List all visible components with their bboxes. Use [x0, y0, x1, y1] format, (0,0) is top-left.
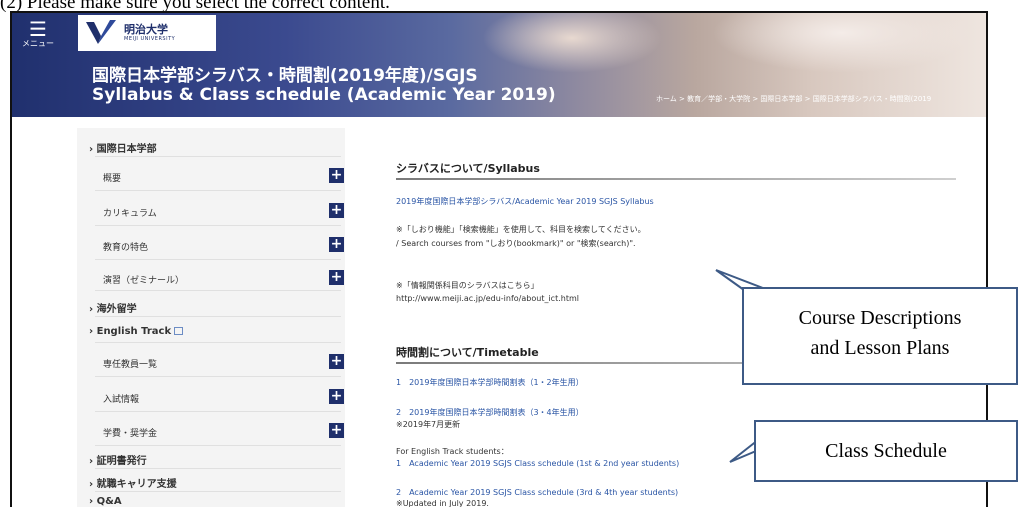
hamburger-icon: ☰	[29, 17, 47, 41]
sidebar-item-faculty-list[interactable]: 専任教員一覧 +	[103, 354, 371, 370]
divider	[95, 376, 341, 377]
divider	[95, 342, 341, 343]
sidebar-item-career[interactable]: › 就職キャリア支援	[89, 475, 345, 490]
sidebar-item-features[interactable]: 教育の特色 +	[103, 237, 371, 253]
search-note-jp: ※「しおり機能」「検索機能」を使用して、科目を検索してください。	[396, 225, 646, 234]
timetable-heading: 時間割について/Timetable	[396, 346, 539, 359]
sidebar-item-curriculum[interactable]: カリキュラム +	[103, 203, 371, 219]
ict-note: ※「情報関係科目のシラバスはこちら」	[396, 281, 539, 290]
divider	[95, 225, 341, 226]
expand-plus-icon[interactable]: +	[329, 389, 344, 404]
syllabus-link[interactable]: 2019年度国際日本学部シラバス/Academic Year 2019 SGJS…	[396, 196, 654, 207]
class-schedule-link-3-4[interactable]: 2 Academic Year 2019 SGJS Class schedule…	[396, 487, 678, 498]
divider	[95, 190, 341, 191]
sidebar-item-study-abroad[interactable]: › 海外留学	[89, 300, 345, 315]
sidebar-item-label: カリキュラム	[103, 209, 157, 219]
sidebar-item-overview[interactable]: 概要 +	[103, 168, 371, 184]
expand-plus-icon[interactable]: +	[329, 354, 344, 369]
timetable-updated-note: ※2019年7月更新	[396, 420, 461, 429]
sidebar-item-label: English Track	[96, 326, 172, 337]
sidebar-item-label: 教育の特色	[103, 243, 149, 253]
external-link-icon	[174, 327, 184, 335]
divider	[95, 259, 341, 260]
sidebar-item-certificates[interactable]: › 証明書発行	[89, 452, 345, 467]
university-logo[interactable]: 明治大学 MEIJI UNIVERSITY	[78, 15, 216, 51]
divider	[95, 290, 341, 291]
sidebar-item-label: Q&A	[96, 496, 122, 507]
sidebar-item-label: 海外留学	[96, 304, 137, 315]
course-descriptions-callout: Course Descriptions and Lesson Plans	[742, 287, 1018, 385]
sidebar-item-faculty[interactable]: › 国際日本学部	[89, 140, 345, 155]
sidebar-item-label: 証明書発行	[96, 456, 147, 467]
timetable-link-3-4[interactable]: 2 2019年度国際日本学部時間割表（3・4年生用）	[396, 407, 584, 418]
sidebar-item-qa[interactable]: › Q&A	[89, 496, 345, 507]
sidebar-item-label: 学費・奨学金	[103, 429, 158, 439]
ict-url: http://www.meiji.ac.jp/edu-info/about_ic…	[396, 294, 579, 303]
updated-note-en: ※Updated in July 2019.	[396, 499, 489, 507]
expand-plus-icon[interactable]: +	[329, 203, 344, 218]
expand-plus-icon[interactable]: +	[329, 423, 344, 438]
logo-name-en: MEIJI UNIVERSITY	[124, 35, 176, 42]
expand-plus-icon[interactable]: +	[329, 237, 344, 252]
sidebar-item-label: 専任教員一覧	[103, 360, 158, 370]
logo-mark-icon	[86, 20, 116, 44]
sidebar-item-label: 概要	[103, 174, 122, 184]
header-photo	[712, 13, 972, 73]
sidebar-item-tuition[interactable]: 学費・奨学金 +	[103, 423, 371, 439]
timetable-link-1-2[interactable]: 1 2019年度国際日本学部時間割表（1・2年生用）	[396, 377, 584, 388]
page-header: ☰ メニュー 明治大学 MEIJI UNIVERSITY 国際日本学部シラバス・…	[12, 13, 986, 117]
sidebar-item-english-track[interactable]: › English Track	[89, 326, 345, 337]
sidebar-nav: › 国際日本学部 概要 + カリキュラム + 教育の特色 + 演習（ゼミナール） + ›…	[77, 128, 345, 507]
callout-text: Class Schedule	[825, 440, 947, 462]
callout-text: Course Descriptions	[798, 307, 962, 329]
callout-text: and Lesson Plans	[810, 337, 950, 359]
breadcrumb[interactable]: ホーム > 教育／学部・大学院 > 国際日本学部 > 国際日本学部シラバス・時間…	[656, 94, 931, 104]
expand-plus-icon[interactable]: +	[329, 168, 344, 183]
divider	[95, 316, 341, 317]
class-schedule-link-1-2[interactable]: 1 Academic Year 2019 SGJS Class schedule…	[396, 458, 679, 469]
sidebar-item-admissions[interactable]: 入試情報 +	[103, 389, 371, 405]
sidebar-item-label: 入試情報	[103, 395, 140, 405]
sidebar-item-label: 演習（ゼミナール）	[103, 276, 185, 286]
search-note-en: / Search courses from "しおり(bookmark)" or…	[396, 239, 636, 248]
class-schedule-callout: Class Schedule	[754, 420, 1018, 482]
syllabus-heading: シラバスについて/Syllabus	[396, 162, 540, 175]
page-subtitle: Syllabus & Class schedule (Academic Year…	[92, 85, 556, 105]
expand-plus-icon[interactable]: +	[329, 270, 344, 285]
page-title: 国際日本学部シラバス・時間割(2019年度)/SGJS	[92, 66, 478, 86]
sidebar-item-label: 就職キャリア支援	[96, 479, 177, 490]
menu-button[interactable]: ☰ メニュー	[18, 19, 58, 53]
divider	[95, 468, 341, 469]
logo-name: 明治大学	[124, 22, 168, 36]
divider	[95, 156, 341, 157]
header-photo	[482, 13, 662, 73]
sidebar-item-label: 国際日本学部	[96, 144, 157, 155]
divider	[396, 178, 956, 180]
sidebar-item-seminar[interactable]: 演習（ゼミナール） +	[103, 270, 371, 286]
divider	[95, 491, 341, 492]
divider	[95, 411, 341, 412]
divider	[95, 445, 341, 446]
english-track-label: For English Track students：	[396, 447, 509, 456]
menu-label: メニュー	[22, 39, 54, 48]
